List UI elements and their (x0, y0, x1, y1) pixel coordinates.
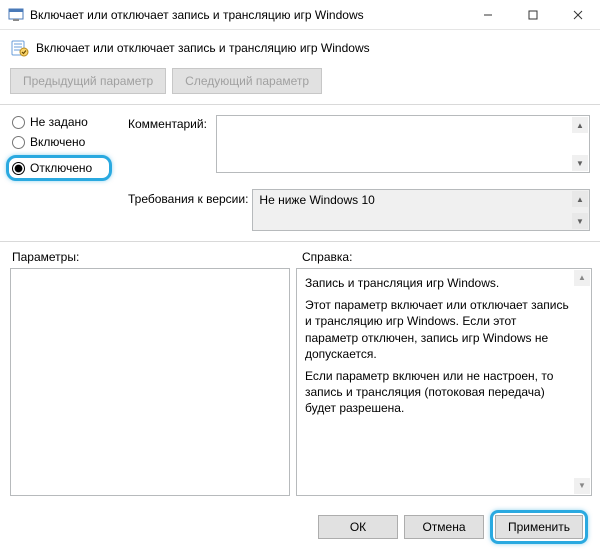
cancel-button[interactable]: Отмена (404, 515, 484, 539)
subheader: Включает или отключает запись и трансляц… (0, 30, 600, 64)
columns: Запись и трансляция игр Windows. Этот па… (0, 268, 600, 502)
scroll-down-icon[interactable]: ▼ (574, 478, 590, 494)
supported-value-box: Не ниже Windows 10 ▲ ▼ (252, 189, 590, 231)
window-controls (465, 0, 600, 30)
scroll-up-icon[interactable]: ▲ (574, 270, 590, 286)
state-row: Не задано Включено Отключено Комментарий… (0, 105, 600, 185)
app-icon (8, 7, 24, 23)
radio-disabled-label: Отключено (30, 161, 92, 175)
supported-row: Требования к версии: Не ниже Windows 10 … (0, 185, 600, 241)
supported-block: Требования к версии: Не ниже Windows 10 … (128, 189, 590, 231)
minimize-button[interactable] (465, 0, 510, 30)
comment-textarea[interactable]: ▲ ▼ (216, 115, 590, 173)
help-paragraph-3: Если параметр включен или не настроен, т… (305, 368, 571, 417)
maximize-button[interactable] (510, 0, 555, 30)
radio-enabled-label: Включено (30, 135, 85, 149)
titlebar: Включает или отключает запись и трансляц… (0, 0, 600, 30)
supported-label: Требования к версии: (128, 189, 248, 206)
supported-value: Не ниже Windows 10 (259, 193, 374, 207)
comment-label: Комментарий: (128, 115, 208, 131)
help-paragraph-1: Запись и трансляция игр Windows. (305, 275, 571, 291)
scroll-up-icon[interactable]: ▲ (572, 191, 588, 207)
radio-disabled-input[interactable] (12, 162, 25, 175)
previous-setting-button[interactable]: Предыдущий параметр (10, 68, 166, 94)
comment-block: Комментарий: ▲ ▼ (128, 115, 590, 173)
radio-enabled-input[interactable] (12, 136, 25, 149)
nav-buttons: Предыдущий параметр Следующий параметр (0, 64, 600, 104)
highlight-apply: Применить (490, 510, 588, 544)
next-setting-button[interactable]: Следующий параметр (172, 68, 322, 94)
ok-button[interactable]: ОК (318, 515, 398, 539)
help-panel: Запись и трансляция игр Windows. Этот па… (296, 268, 592, 496)
scroll-up-icon[interactable]: ▲ (572, 117, 588, 133)
radio-not-configured[interactable]: Не задано (12, 115, 112, 129)
close-button[interactable] (555, 0, 600, 30)
policy-icon (10, 38, 30, 58)
window-title: Включает или отключает запись и трансляц… (30, 8, 465, 22)
scroll-down-icon[interactable]: ▼ (572, 213, 588, 229)
help-paragraph-2: Этот параметр включает или отключает зап… (305, 297, 571, 362)
radio-not-configured-input[interactable] (12, 116, 25, 129)
column-labels: Параметры: Справка: (0, 242, 600, 268)
help-label: Справка: (302, 250, 590, 264)
options-label: Параметры: (12, 250, 292, 264)
state-radio-group: Не задано Включено Отключено (12, 115, 112, 181)
options-panel (10, 268, 290, 496)
radio-not-configured-label: Не задано (30, 115, 88, 129)
radio-enabled[interactable]: Включено (12, 135, 112, 149)
scroll-down-icon[interactable]: ▼ (572, 155, 588, 171)
highlight-disabled: Отключено (6, 155, 112, 181)
policy-title: Включает или отключает запись и трансляц… (36, 41, 370, 55)
dialog-footer: ОК Отмена Применить (0, 502, 600, 554)
apply-button[interactable]: Применить (495, 515, 583, 539)
radio-disabled[interactable]: Отключено (12, 161, 101, 175)
